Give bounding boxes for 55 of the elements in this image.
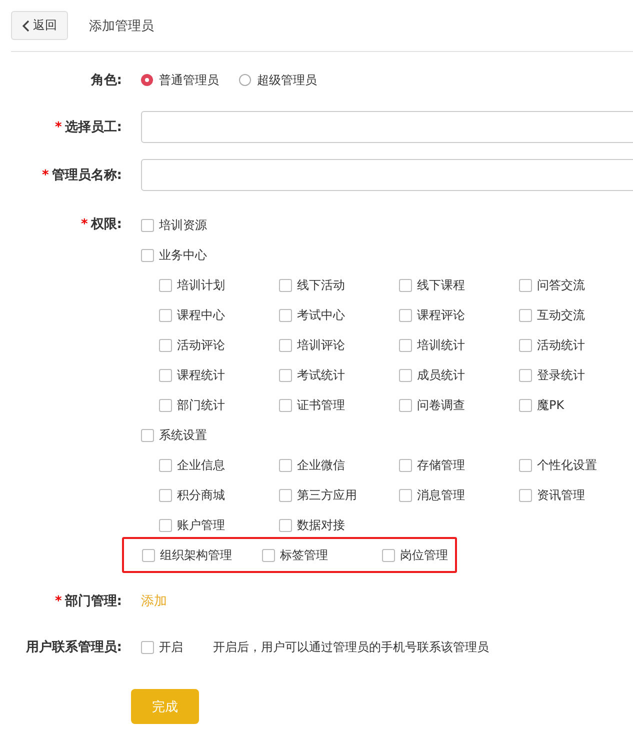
permission-checkbox[interactable]: 存储管理 (399, 456, 519, 474)
permission-checkbox[interactable]: 培训资源 (141, 216, 207, 234)
permission-checkbox[interactable]: 互动交流 (519, 306, 633, 324)
permission-checkbox[interactable]: 考试中心 (279, 306, 399, 324)
radio-option[interactable]: 超级管理员 (239, 72, 317, 88)
permission-checkbox[interactable]: 岗位管理 (382, 546, 448, 564)
permission-checkbox[interactable]: 考试统计 (279, 366, 399, 384)
permission-checkbox[interactable]: 魔PK (519, 396, 633, 414)
input-field[interactable] (141, 111, 633, 143)
required-asterisk: * (80, 217, 88, 232)
field-label: 部门管理: (64, 594, 122, 609)
permission-checkbox[interactable]: 课程统计 (159, 366, 279, 384)
field-label: 管理员名称: (52, 168, 122, 183)
field-label: 权限: (90, 217, 122, 232)
field-label: 用户联系管理员: (26, 640, 122, 655)
field-label: 角色: (90, 73, 122, 88)
permission-checkbox[interactable]: 数据对接 (279, 516, 399, 534)
permission-checkbox[interactable]: 部门统计 (159, 396, 279, 414)
enable-checkbox[interactable]: 开启 (141, 638, 183, 656)
permission-checkbox[interactable]: 课程评论 (399, 306, 519, 324)
permission-checkbox[interactable]: 资讯管理 (519, 486, 633, 504)
permission-checkbox[interactable]: 线下活动 (279, 276, 399, 294)
required-asterisk: * (54, 120, 62, 135)
permission-checkbox[interactable]: 问答交流 (519, 276, 633, 294)
permission-checkbox[interactable]: 培训评论 (279, 336, 399, 354)
chevron-left-icon (22, 20, 30, 32)
permission-checkbox[interactable]: 个性化设置 (519, 456, 633, 474)
permission-checkbox[interactable]: 成员统计 (399, 366, 519, 384)
permission-checkbox[interactable]: 培训计划 (159, 276, 279, 294)
permission-checkbox[interactable]: 第三方应用 (279, 486, 399, 504)
input-field[interactable] (141, 159, 633, 191)
required-asterisk: * (42, 168, 49, 183)
permission-checkbox[interactable]: 标签管理 (262, 546, 328, 564)
permission-checkbox[interactable]: 企业微信 (279, 456, 399, 474)
permission-checkbox[interactable]: 活动评论 (159, 336, 279, 354)
permission-checkbox[interactable]: 课程中心 (159, 306, 279, 324)
hint-text: 开启后，用户可以通过管理员的手机号联系该管理员 (213, 638, 489, 656)
permission-checkbox[interactable]: 登录统计 (519, 366, 633, 384)
radio-option[interactable]: 普通管理员 (141, 72, 219, 88)
permission-checkbox[interactable]: 系统设置 (141, 426, 207, 444)
permission-checkbox[interactable]: 证书管理 (279, 396, 399, 414)
page-title: 添加管理员 (89, 18, 154, 34)
back-button[interactable]: 返回 (11, 11, 68, 40)
field-label: 选择员工: (64, 120, 122, 135)
permission-checkbox[interactable]: 活动统计 (519, 336, 633, 354)
permission-checkbox[interactable]: 线下课程 (399, 276, 519, 294)
permission-checkbox[interactable]: 账户管理 (159, 516, 279, 534)
permission-checkbox[interactable]: 业务中心 (141, 246, 207, 264)
permission-checkbox[interactable]: 组织架构管理 (142, 546, 232, 564)
permission-checkbox[interactable]: 消息管理 (399, 486, 519, 504)
permission-checkbox[interactable]: 问卷调查 (399, 396, 519, 414)
permission-checkbox[interactable]: 企业信息 (159, 456, 279, 474)
permission-checkbox[interactable]: 培训统计 (399, 336, 519, 354)
required-asterisk: * (54, 594, 62, 609)
permission-checkbox[interactable]: 积分商城 (159, 486, 279, 504)
